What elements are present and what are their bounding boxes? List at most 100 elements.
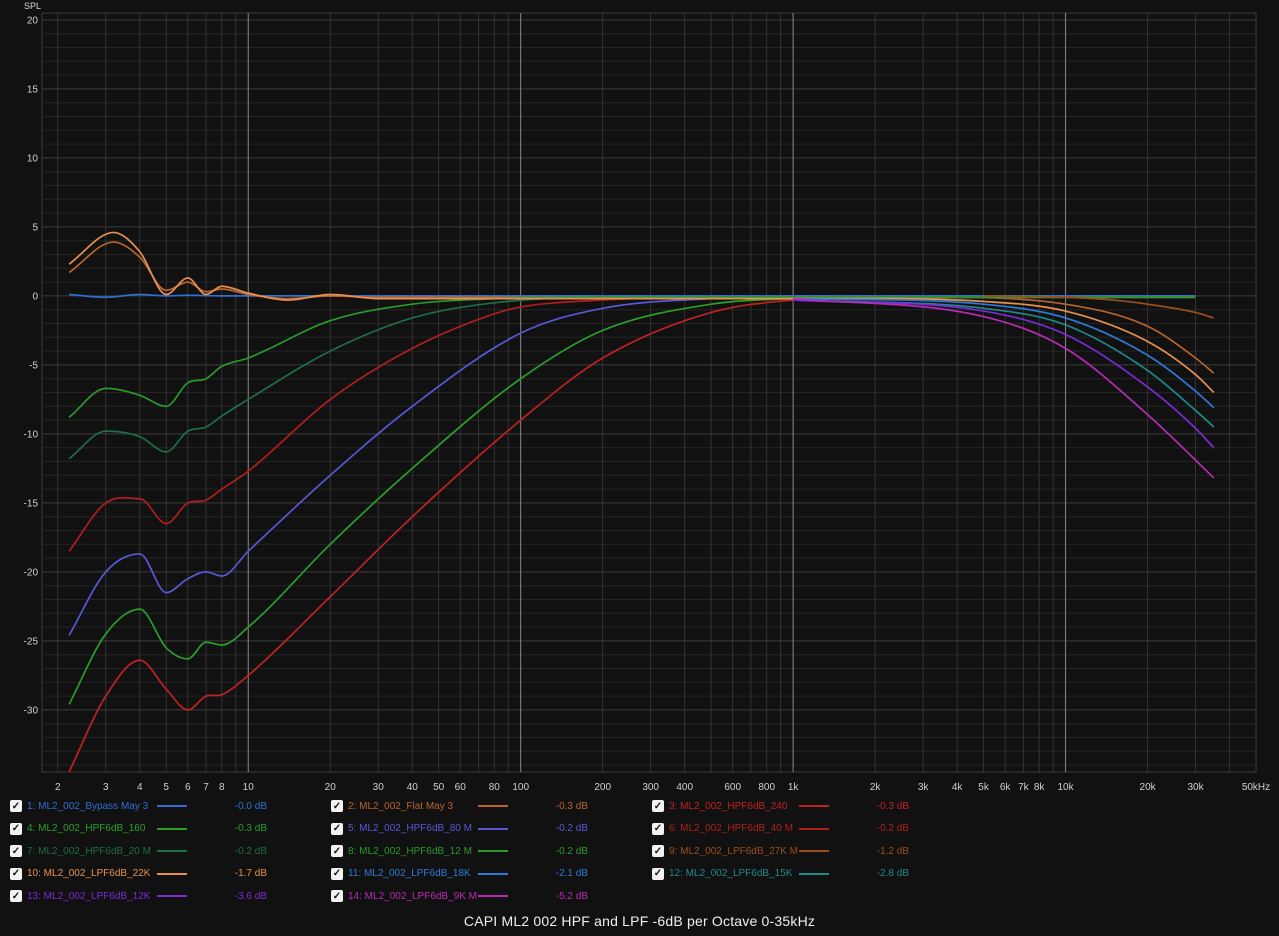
x-tick-label: 300 [642,782,659,793]
y-tick-label: 5 [32,222,38,233]
x-tick-label: 5k [978,782,990,793]
legend-checkbox[interactable]: ✓ [652,822,664,835]
frequency-response-chart: SPL 20151050-5-10-15-20-25-30 2 3 4 5 6 7 8 10 2… [0,0,1279,796]
legend-checkbox[interactable]: ✓ [10,890,22,902]
x-tick-label: 6 [185,782,191,793]
x-tick-label: 8k [1034,782,1046,793]
legend-checkbox[interactable]: ✓ [10,800,22,812]
legend-label: 5: ML2_002_HPF6dB_80 M [348,823,472,834]
x-tick-label: 80 [489,782,501,793]
legend-value: -0.3 dB [876,800,909,812]
legend-swatch [478,805,508,807]
y-tick-label: -10 [24,429,39,440]
legend-checkbox[interactable]: ✓ [652,845,664,857]
legend-item-9[interactable]: ✓ 9: ML2_002_LPF6dB_27K M -1.2 dB [652,841,909,861]
x-tick-label: 10k [1058,782,1075,793]
legend-value: -0.2 dB [555,845,588,857]
legend-value: -0.2 dB [234,845,267,857]
legend-swatch [157,872,187,875]
legend-checkbox[interactable]: ✓ [331,845,343,857]
legend-value: -0.3 dB [234,823,267,834]
x-tick-label: 3k [918,782,930,793]
legend-label: 3: ML2_002_HPF6dB_240 [669,800,788,812]
legend-value: -0.2 dB [555,823,588,834]
legend-checkbox[interactable]: ✓ [331,800,343,812]
x-tick-label: 2 [55,782,61,793]
legend-item-4[interactable]: ✓ 4: ML2_002_HPF6dB_160 -0.3 dB [10,819,267,839]
x-tick-label: 7k [1018,782,1030,793]
x-tick-label: 2k [870,782,882,793]
legend-item-13[interactable]: ✓ 13: ML2_002_LPF6dB_12K -3.6 dB [10,886,267,906]
x-tick-label: 20 [325,782,337,793]
legend-item-12[interactable]: ✓ 12: ML2_002_LPF6dB_15K -2.8 dB [652,864,909,884]
legend-item-6[interactable]: ✓ 6: ML2_002_HPF6dB_40 M -0.2 dB [652,819,909,839]
y-axis-label: SPL [24,1,41,11]
legend-label: 12: ML2_002_LPF6dB_15K [669,868,793,879]
y-tick-label: -20 [24,567,39,578]
legend-value: -0.2 dB [876,823,909,834]
legend: ✓ 1: ML2_002_Bypass May 3 -0.0 dB ✓ 2: ML2_0… [0,796,1279,908]
legend-item-1[interactable]: ✓ 1: ML2_002_Bypass May 3 -0.0 dB [10,796,267,816]
x-tick-label: 100 [512,782,529,793]
legend-value: -2.8 dB [876,868,909,879]
y-tick-label: 20 [27,15,39,26]
chart-background [0,0,1279,796]
legend-label: 8: ML2_002_HPF6dB_12 M [348,845,472,857]
legend-label: 7: ML2_002_HPF6dB_20 M [27,845,151,857]
x-tick-label: 4 [137,782,143,793]
legend-item-14[interactable]: ✓ 14: ML2_002_LPF6dB_9K M -5.2 dB [331,886,588,906]
x-tick-label: 800 [758,782,775,793]
x-tick-label: 50kHz [1242,782,1270,793]
legend-item-3[interactable]: ✓ 3: ML2_002_HPF6dB_240 -0.3 dB [652,796,909,816]
legend-value: -0.0 dB [234,800,267,812]
legend-label: 2: ML2_002_Flat May 3 [348,800,454,812]
legend-swatch [799,805,829,807]
legend-label: 10: ML2_002_LPF6dB_22K [27,868,151,879]
x-tick-label: 1k [788,782,800,793]
legend-label: 9: ML2_002_LPF6dB_27K M [669,845,798,857]
x-tick-label: 50 [433,782,445,793]
legend-swatch [157,895,187,897]
legend-item-2[interactable]: ✓ 2: ML2_002_Flat May 3 -0.3 dB [331,796,588,816]
legend-label: 6: ML2_002_HPF6dB_40 M [669,823,793,834]
x-tick-label: 7 [203,782,209,793]
legend-checkbox[interactable]: ✓ [10,867,22,880]
legend-item-8[interactable]: ✓ 8: ML2_002_HPF6dB_12 M -0.2 dB [331,841,588,861]
legend-value: -1.7 dB [234,868,267,879]
legend-swatch [157,805,187,807]
x-tick-label: 400 [676,782,693,793]
x-tick-label: 30k [1187,782,1204,793]
legend-label: 11: ML2_002_LPF6dB_18K [348,868,471,879]
legend-item-5[interactable]: ✓ 5: ML2_002_HPF6dB_80 M -0.2 dB [331,819,588,839]
legend-value: -2.1 dB [555,868,588,879]
legend-swatch [799,827,829,830]
legend-swatch [157,850,187,852]
legend-swatch [799,872,829,875]
x-tick-label: 8 [219,782,225,793]
x-tick-label: 30 [373,782,385,793]
y-tick-label: 10 [27,153,39,164]
legend-swatch [478,827,508,830]
x-tick-label: 3 [103,782,109,793]
x-tick-label: 6k [1000,782,1012,793]
y-tick-label: 0 [32,291,38,302]
legend-label: 4: ML2_002_HPF6dB_160 [27,823,146,834]
legend-checkbox[interactable]: ✓ [331,890,343,902]
legend-swatch [799,850,829,852]
legend-checkbox[interactable]: ✓ [10,845,22,857]
x-tick-label: 600 [724,782,741,793]
legend-item-11[interactable]: ✓ 11: ML2_002_LPF6dB_18K -2.1 dB [331,864,588,884]
x-tick-label: 20k [1140,782,1157,793]
legend-checkbox[interactable]: ✓ [652,867,664,880]
legend-swatch [157,827,187,830]
legend-swatch [478,895,508,897]
y-tick-label: -25 [24,636,39,647]
legend-checkbox[interactable]: ✓ [331,867,343,880]
x-tick-label: 10 [243,782,255,793]
legend-item-7[interactable]: ✓ 7: ML2_002_HPF6dB_20 M -0.2 dB [10,841,267,861]
legend-item-10[interactable]: ✓ 10: ML2_002_LPF6dB_22K -1.7 dB [10,864,267,884]
y-tick-label: -5 [29,360,38,371]
legend-checkbox[interactable]: ✓ [10,822,22,835]
legend-checkbox[interactable]: ✓ [331,822,343,835]
legend-checkbox[interactable]: ✓ [652,800,664,812]
